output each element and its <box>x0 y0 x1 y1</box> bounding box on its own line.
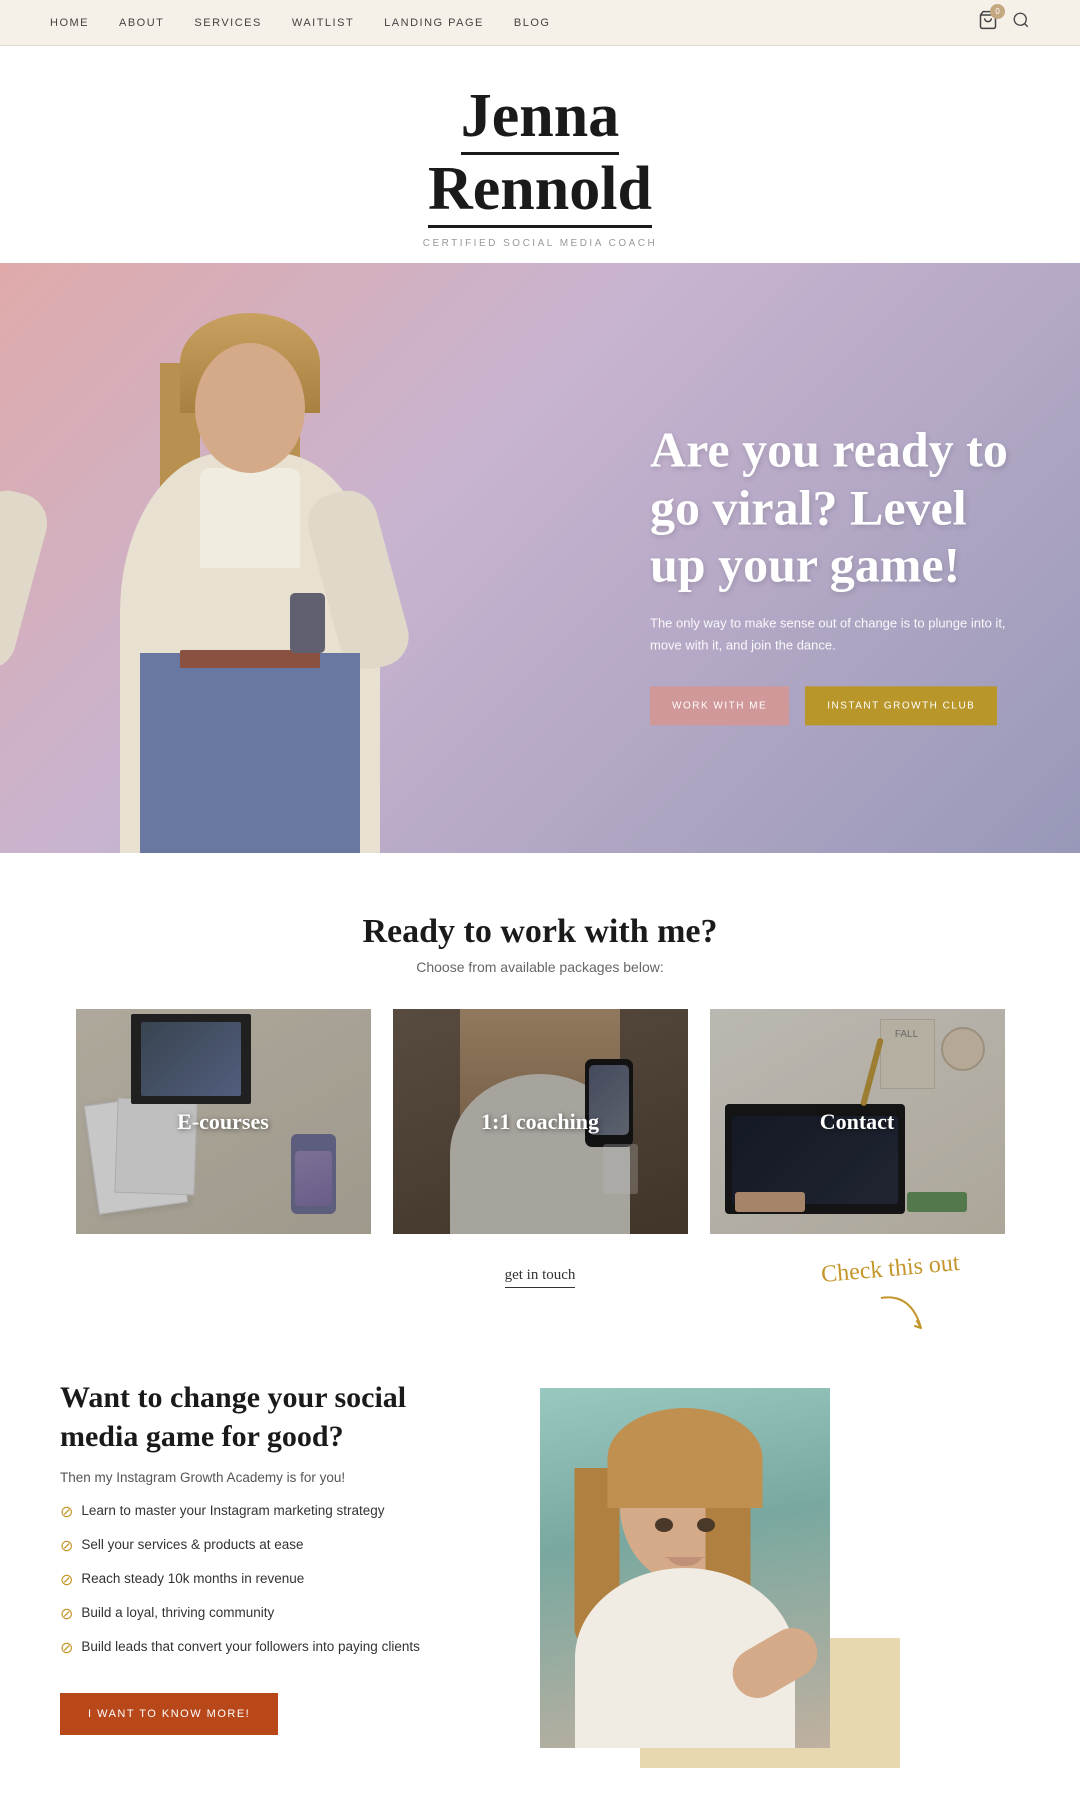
hero-content: Are you ready to go viral? Level up your… <box>650 422 1030 726</box>
ecourses-overlay: E-courses <box>76 1009 371 1234</box>
arrow-icon <box>871 1288 931 1338</box>
nav-icons: 0 <box>978 10 1030 35</box>
site-header: Jenna Rennold CERTIFIED SOCIAL MEDIA COA… <box>0 46 1080 263</box>
check-this-out-text: Check this out <box>820 1250 960 1289</box>
coaching-card[interactable]: 1:1 coaching <box>393 1009 688 1234</box>
nav-links: HOME ABOUT SERVICES WAITLIST LANDING PAG… <box>50 17 550 29</box>
checklist-item-2: ⊘ Sell your services & products at ease <box>60 1535 480 1559</box>
get-in-touch-link[interactable]: get in touch <box>505 1267 576 1288</box>
ecourses-card[interactable]: E-courses <box>76 1009 371 1234</box>
hero-buttons: WORK WITH ME INSTANT GROWTH CLUB <box>650 686 1030 725</box>
nav-waitlist[interactable]: WAITLIST <box>292 17 354 29</box>
contact-label: Contact <box>820 1109 895 1135</box>
hero-section: Are you ready to go viral? Level up your… <box>0 263 1080 853</box>
bottom-desc: Then my Instagram Growth Academy is for … <box>60 1470 480 1485</box>
check-icon-1: ⊘ <box>60 1501 73 1525</box>
coaching-label: 1:1 coaching <box>481 1109 599 1135</box>
nav-landing[interactable]: LANDING PAGE <box>384 17 484 29</box>
checklist-item-4: ⊘ Build a loyal, thriving community <box>60 1603 480 1627</box>
photo-main <box>540 1388 830 1748</box>
search-icon <box>1012 11 1030 29</box>
nav-blog[interactable]: BLOG <box>514 17 551 29</box>
header-subtitle: CERTIFIED SOCIAL MEDIA COACH <box>20 238 1060 249</box>
instant-growth-button[interactable]: INSTANT GROWTH CLUB <box>805 686 997 725</box>
hero-title: Are you ready to go viral? Level up your… <box>650 422 1030 595</box>
bottom-title: Want to change your social media game fo… <box>60 1378 480 1456</box>
packages-section: Ready to work with me? Choose from avail… <box>0 853 1080 1308</box>
checklist: ⊘ Learn to master your Instagram marketi… <box>60 1501 480 1661</box>
contact-overlay: Contact <box>710 1009 1005 1234</box>
bottom-section: Want to change your social media game fo… <box>0 1328 1080 1818</box>
check-icon-5: ⊘ <box>60 1637 73 1661</box>
hero-subtitle: The only way to make sense out of change… <box>650 612 1030 656</box>
packages-grid: E-courses 1:1 coaching <box>60 1009 1020 1234</box>
search-button[interactable] <box>1012 11 1030 34</box>
name-line2: Rennold <box>428 155 652 228</box>
ecourses-label: E-courses <box>177 1109 269 1135</box>
check-icon-3: ⊘ <box>60 1569 73 1593</box>
nav-services[interactable]: SERVICES <box>194 17 261 29</box>
packages-subtitle: Choose from available packages below: <box>60 959 1020 975</box>
know-more-button[interactable]: I WANT TO KNOW MORE! <box>60 1693 278 1735</box>
check-this-out-wrap: Check this out <box>821 1256 960 1343</box>
bottom-text-col: Want to change your social media game fo… <box>60 1378 480 1735</box>
hero-woman-figure <box>70 293 430 853</box>
cart-button[interactable]: 0 <box>978 10 998 35</box>
site-name: Jenna Rennold <box>20 82 1060 228</box>
packages-title: Ready to work with me? <box>60 913 1020 951</box>
checklist-item-1: ⊘ Learn to master your Instagram marketi… <box>60 1501 480 1525</box>
check-icon-2: ⊘ <box>60 1535 73 1559</box>
checklist-item-5: ⊘ Build leads that convert your follower… <box>60 1637 480 1661</box>
nav-about[interactable]: ABOUT <box>119 17 164 29</box>
name-line1: Jenna <box>461 82 619 155</box>
check-icon-4: ⊘ <box>60 1603 73 1627</box>
contact-card[interactable]: FALL Contact <box>710 1009 1005 1234</box>
coaching-overlay: 1:1 coaching <box>393 1009 688 1234</box>
nav-home[interactable]: HOME <box>50 17 89 29</box>
bottom-image-col <box>540 1388 880 1748</box>
checklist-item-3: ⊘ Reach steady 10k months in revenue <box>60 1569 480 1593</box>
navigation: HOME ABOUT SERVICES WAITLIST LANDING PAG… <box>0 0 1080 46</box>
work-with-me-button[interactable]: WORK WITH ME <box>650 686 789 725</box>
cart-badge: 0 <box>990 4 1005 19</box>
